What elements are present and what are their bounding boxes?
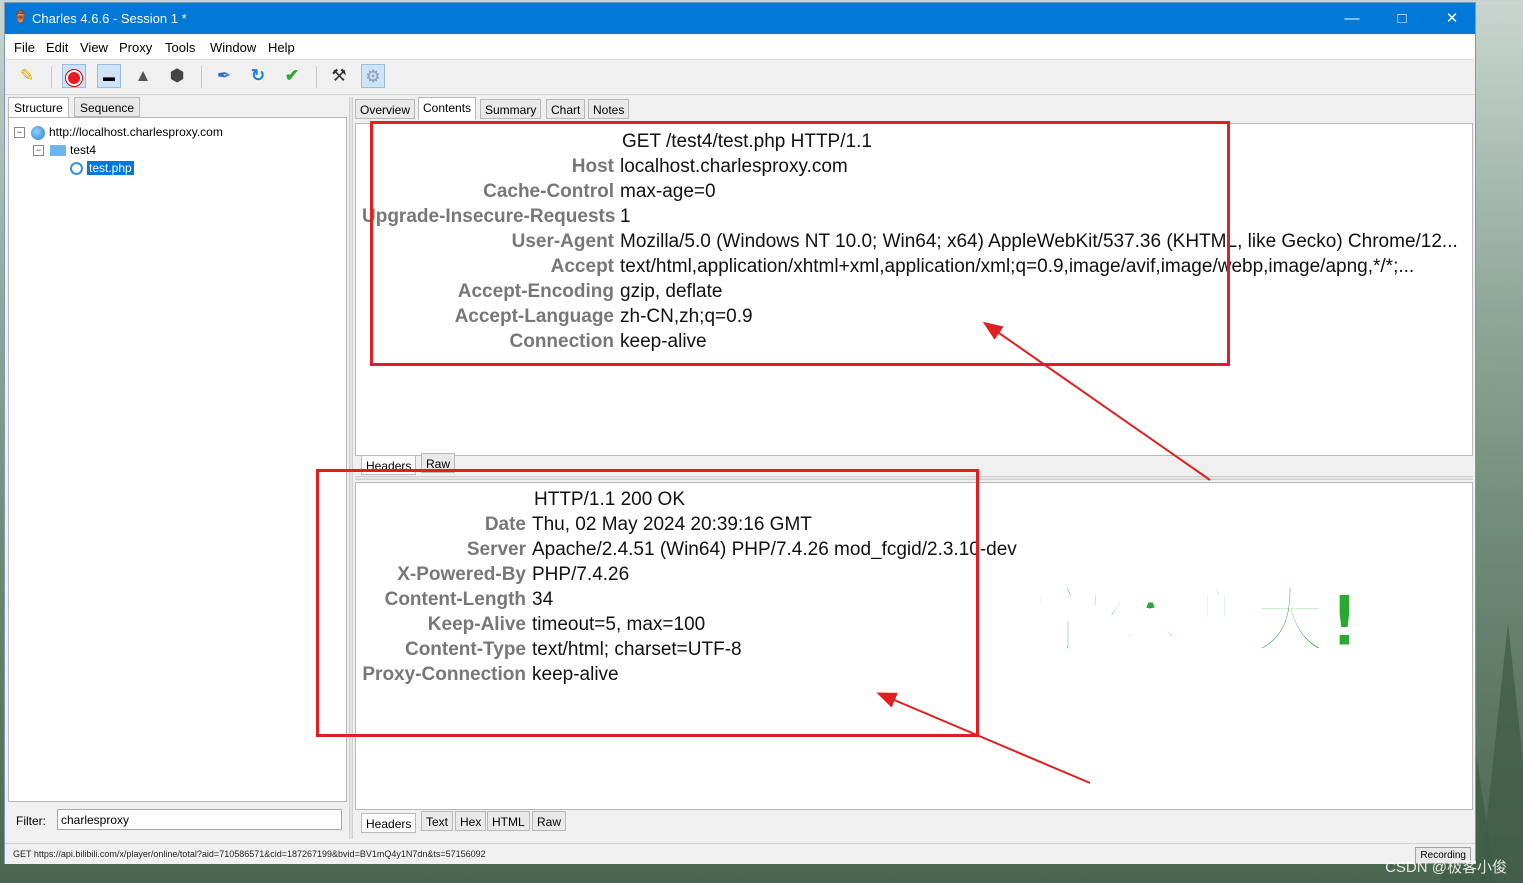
annotation-arrows: [876, 321, 1211, 784]
arrow-to-response: [876, 692, 1091, 784]
watermark: CSDN @极客小俊: [1385, 859, 1507, 876]
arrow-to-request: [982, 321, 1211, 481]
annotation-text: 字体变大!: [1031, 578, 1363, 665]
